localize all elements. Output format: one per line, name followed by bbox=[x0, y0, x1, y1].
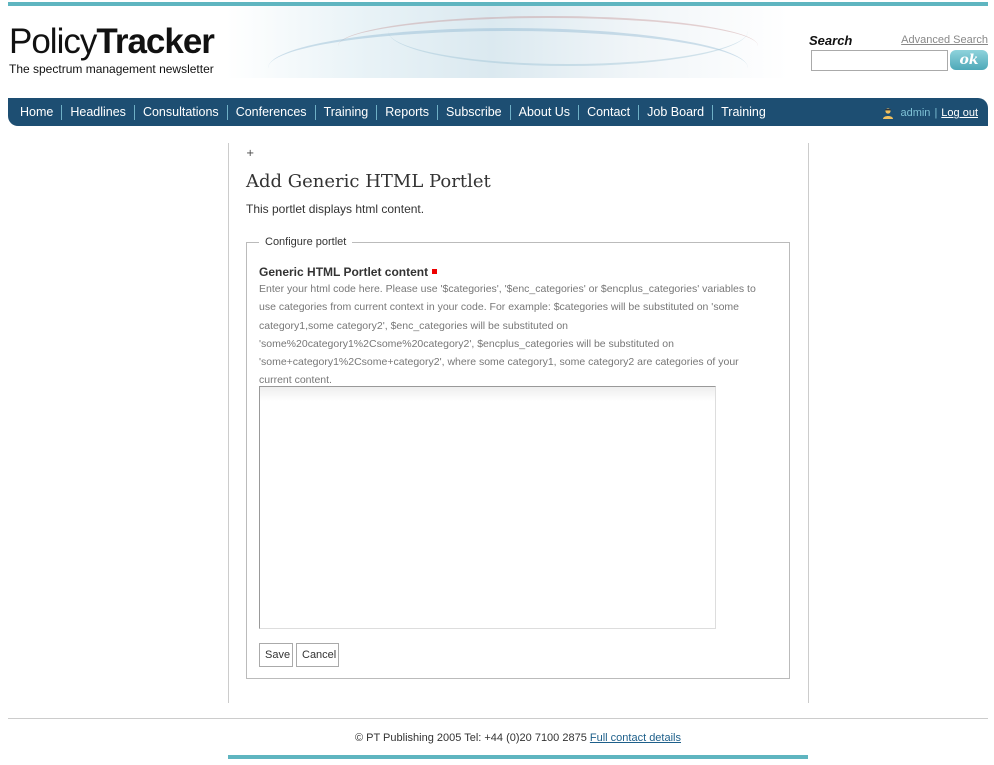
user-name-link[interactable]: admin bbox=[900, 107, 930, 119]
nav-item-training[interactable]: Training bbox=[712, 105, 774, 120]
search-ok-button[interactable]: ok bbox=[950, 50, 988, 70]
page-title: Add Generic HTML Portlet bbox=[246, 171, 491, 192]
content-field-label-text: Generic HTML Portlet content bbox=[259, 265, 429, 279]
save-button[interactable]: Save bbox=[259, 643, 293, 667]
main-nav: Home Headlines Consultations Conferences Tra… bbox=[8, 98, 988, 126]
advanced-search-link[interactable]: Advanced Search bbox=[901, 34, 988, 46]
nav-item-headlines[interactable]: Headlines bbox=[61, 105, 134, 120]
logo-bold: Tracker bbox=[96, 22, 215, 61]
nav-item-subscribe[interactable]: Subscribe bbox=[437, 105, 510, 120]
nav-item-reports[interactable]: Reports bbox=[376, 105, 437, 120]
nav-item-contact[interactable]: Contact bbox=[578, 105, 638, 120]
footer-copyright: © PT Publishing 2005 Tel: +44 (0)20 7100… bbox=[354, 732, 587, 744]
user-separator: | bbox=[934, 107, 938, 119]
footer-divider bbox=[8, 718, 988, 719]
site-logo[interactable]: PolicyTracker bbox=[9, 22, 215, 61]
expand-plus-icon[interactable]: + bbox=[246, 148, 254, 159]
footer: © PT Publishing 2005 Tel: +44 (0)20 7100… bbox=[0, 732, 994, 744]
cancel-button[interactable]: Cancel bbox=[296, 643, 339, 667]
content-column: + Add Generic HTML Portlet This portlet … bbox=[228, 143, 809, 703]
html-content-textarea[interactable] bbox=[259, 386, 716, 629]
logo-light: Policy bbox=[9, 22, 97, 61]
logout-link[interactable]: Log out bbox=[941, 107, 978, 119]
configure-portlet-fieldset: Configure portlet Generic HTML Portlet c… bbox=[246, 236, 790, 679]
page-description: This portlet displays html content. bbox=[246, 202, 425, 216]
user-area: admin | Log out bbox=[882, 107, 978, 119]
nav-item-conferences[interactable]: Conferences bbox=[226, 105, 315, 120]
nav-item-about-us[interactable]: About Us bbox=[509, 105, 578, 120]
fieldset-legend: Configure portlet bbox=[265, 236, 347, 248]
content-help-text: Enter your html code here. Please use '$… bbox=[259, 283, 756, 387]
required-marker-icon bbox=[432, 269, 438, 274]
contact-details-link[interactable]: Full contact details bbox=[590, 732, 681, 744]
user-icon bbox=[883, 108, 894, 119]
search-input[interactable] bbox=[811, 50, 948, 71]
nav-item-home[interactable]: Home bbox=[12, 105, 61, 120]
nav-item-training[interactable]: Training bbox=[314, 105, 377, 120]
bottom-accent-bar bbox=[228, 755, 808, 759]
site-tagline: The spectrum management newsletter bbox=[9, 62, 214, 76]
nav-item-consultations[interactable]: Consultations bbox=[133, 105, 227, 120]
nav-list: Home Headlines Consultations Conferences Tra… bbox=[12, 105, 774, 120]
nav-item-job-board[interactable]: Job Board bbox=[638, 105, 712, 120]
search-label: Search bbox=[809, 33, 853, 48]
content-field-label: Generic HTML Portlet content bbox=[259, 265, 438, 279]
